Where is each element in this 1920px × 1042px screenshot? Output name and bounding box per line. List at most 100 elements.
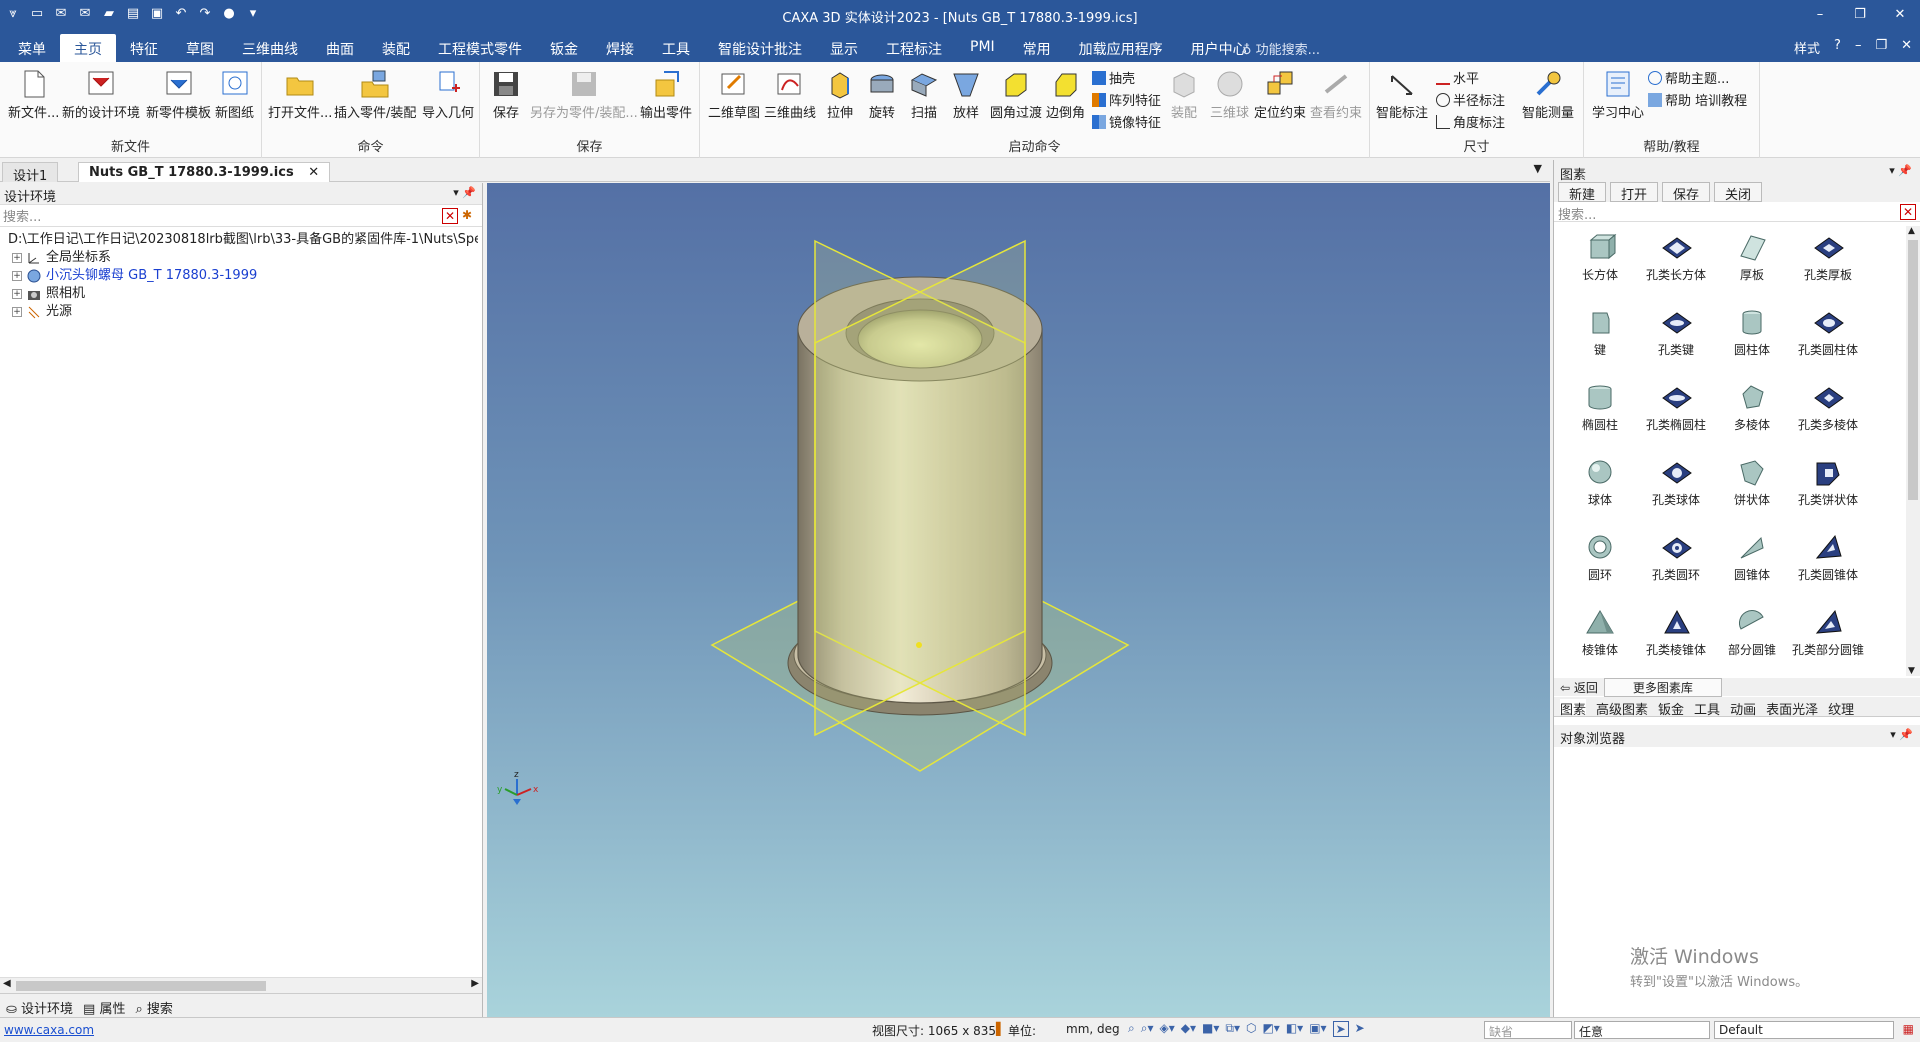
- 3d-viewport[interactable]: z x y: [487, 183, 1550, 1017]
- element-hole-thick-plate[interactable]: 孔类厚板: [1790, 226, 1866, 301]
- clear-search-icon[interactable]: ✕: [442, 208, 458, 224]
- save-as-part-button[interactable]: 另存为零件/装配...: [530, 68, 638, 121]
- expand-icon[interactable]: +: [12, 253, 22, 263]
- camera-view-icon[interactable]: ▣▾: [1309, 1021, 1326, 1037]
- new-drawing-button[interactable]: 新图纸: [215, 68, 254, 121]
- tab-sheet-metal[interactable]: 钣金: [536, 34, 592, 64]
- tab-tools[interactable]: 工具: [648, 34, 704, 64]
- pointer-icon[interactable]: ➤: [1332, 1021, 1349, 1037]
- element-hole-pie[interactable]: 孔类饼状体: [1790, 451, 1866, 526]
- element-pyramid[interactable]: 棱锥体: [1562, 601, 1638, 676]
- tab-smart-annotation[interactable]: 智能设计批注: [704, 34, 816, 64]
- mirror-feature-button[interactable]: 镜像特征: [1092, 112, 1161, 131]
- tab-engineering-part[interactable]: 工程模式零件: [424, 34, 536, 64]
- element-hole-sphere[interactable]: 孔类球体: [1638, 451, 1714, 526]
- sweep-button[interactable]: 扫描: [908, 68, 940, 121]
- expand-icon[interactable]: +: [12, 271, 22, 281]
- element-polyprism[interactable]: 多棱体: [1714, 376, 1790, 451]
- render-mode-icon[interactable]: ◆▾: [1181, 1021, 1196, 1037]
- tab-common[interactable]: 常用: [1009, 34, 1065, 64]
- tab-home[interactable]: 主页: [60, 34, 116, 64]
- element-thick-plate[interactable]: 厚板: [1714, 226, 1790, 301]
- 3d-ball-button[interactable]: 三维球: [1210, 68, 1249, 121]
- revolve-button[interactable]: 旋转: [866, 68, 898, 121]
- element-box[interactable]: 长方体: [1562, 226, 1638, 301]
- elements-vertical-scrollbar[interactable]: ▲ ▼: [1906, 226, 1920, 676]
- tree-node-part[interactable]: + 小沉头铆螺母 GB_T 17880.3-1999: [4, 267, 478, 285]
- 2d-sketch-button[interactable]: 二维草图: [708, 68, 760, 121]
- tab-elements[interactable]: 图素: [1560, 699, 1587, 718]
- element-cone[interactable]: 圆锥体: [1714, 526, 1790, 601]
- element-hole-box[interactable]: 孔类长方体: [1638, 226, 1714, 301]
- learning-center-button[interactable]: 学习中心: [1592, 68, 1644, 121]
- element-key[interactable]: 键: [1562, 301, 1638, 376]
- design-env-search[interactable]: 搜索... ✕ ✱: [0, 205, 482, 227]
- tree-node-camera[interactable]: + 照相机: [4, 285, 478, 303]
- new-lib-button[interactable]: 新建: [1558, 182, 1607, 203]
- position-constraint-button[interactable]: 定位约束: [1254, 68, 1306, 121]
- tab-properties[interactable]: ▤ 属性: [83, 998, 125, 1017]
- tree-horizontal-scrollbar[interactable]: ◀ ▶: [0, 977, 482, 993]
- element-ellipse-cylinder[interactable]: 椭圆柱: [1562, 376, 1638, 451]
- save-button[interactable]: 保存: [490, 68, 522, 121]
- status-end-icon[interactable]: ▦: [1903, 1022, 1914, 1036]
- pick-icon[interactable]: ➤: [1355, 1021, 1365, 1037]
- chamfer-button[interactable]: 边倒角: [1046, 68, 1085, 121]
- minimize-button[interactable]: –: [1800, 0, 1840, 30]
- back-button[interactable]: ⇦ 返回: [1560, 679, 1598, 696]
- import-geometry-button[interactable]: 导入几何: [422, 68, 474, 121]
- filter-select-2[interactable]: 任意: [1574, 1021, 1710, 1039]
- view-orient-icon[interactable]: ◈▾: [1159, 1021, 1174, 1037]
- expand-icon[interactable]: +: [12, 307, 22, 317]
- element-hole-polyprism[interactable]: 孔类多棱体: [1790, 376, 1866, 451]
- tree-node-light[interactable]: + 光源: [4, 303, 478, 321]
- filter-select-1[interactable]: 缺省: [1484, 1021, 1572, 1039]
- tab-animation[interactable]: 动画: [1730, 699, 1756, 718]
- tab-sketch[interactable]: 草图: [172, 34, 228, 64]
- elements-search[interactable]: 搜索... ✕: [1554, 202, 1920, 223]
- pin-icon[interactable]: ▾ 📌: [453, 186, 476, 199]
- 3d-curve-button[interactable]: 三维曲线: [764, 68, 816, 121]
- ribbon-minimize-icon[interactable]: –: [1855, 38, 1862, 57]
- clear-elements-search-icon[interactable]: ✕: [1900, 204, 1916, 220]
- loft-button[interactable]: 放样: [950, 68, 982, 121]
- element-hole-cylinder[interactable]: 孔类圆柱体: [1790, 301, 1866, 376]
- shell-button[interactable]: 抽壳: [1092, 68, 1135, 87]
- extrude-button[interactable]: 拉伸: [824, 68, 856, 121]
- function-search[interactable]: ♁ 功能搜索...: [1242, 39, 1320, 58]
- display-mode-icon[interactable]: ■▾: [1202, 1021, 1219, 1037]
- view-box-icon[interactable]: ◩▾: [1262, 1021, 1279, 1037]
- insert-part-button[interactable]: 插入零件/装配: [334, 68, 416, 121]
- scroll-down-icon[interactable]: ▼: [1908, 666, 1915, 676]
- tree-node-root[interactable]: D:\工作日记\工作日记\20230818lrb截图\lrb\33-具备GB的紧…: [4, 231, 478, 249]
- close-lib-button[interactable]: 关闭: [1714, 182, 1763, 203]
- filter-icon[interactable]: ✱: [462, 208, 478, 224]
- tab-pmi[interactable]: PMI: [956, 34, 1009, 64]
- restore-button[interactable]: ❐: [1840, 0, 1880, 30]
- help-icon[interactable]: ?: [1834, 38, 1841, 57]
- tab-dropdown-icon[interactable]: ▼: [1534, 162, 1542, 175]
- tab-advanced-elements[interactable]: 高级图素: [1596, 699, 1648, 718]
- scrollbar-thumb[interactable]: [16, 981, 266, 991]
- object-browser-pin-icon[interactable]: ▾ 📌: [1890, 728, 1913, 741]
- element-hole-partial-cone[interactable]: 孔类部分圆锥: [1790, 601, 1866, 676]
- tree-node-global-coords[interactable]: + 全局坐标系: [4, 249, 478, 267]
- filter-select-3[interactable]: Default: [1714, 1021, 1894, 1039]
- element-cylinder[interactable]: 圆柱体: [1714, 301, 1790, 376]
- tab-design-env[interactable]: ⛀ 设计环境: [6, 998, 73, 1017]
- smart-dimension-button[interactable]: 智能标注: [1376, 68, 1428, 121]
- element-hole-ellipse-cylinder[interactable]: 孔类椭圆柱: [1638, 376, 1714, 451]
- tab-tools-lib[interactable]: 工具: [1694, 699, 1720, 718]
- elements-scrollbar-thumb[interactable]: [1908, 240, 1918, 500]
- tab-sheet-metal-lib[interactable]: 钣金: [1658, 699, 1684, 718]
- tab-surface[interactable]: 曲面: [312, 34, 368, 64]
- pattern-feature-button[interactable]: 阵列特征: [1092, 90, 1161, 109]
- smart-measure-button[interactable]: 智能测量: [1522, 68, 1574, 121]
- tab-texture[interactable]: 纹理: [1828, 699, 1854, 718]
- tab-welding[interactable]: 焊接: [592, 34, 648, 64]
- tab-engineering-dimension[interactable]: 工程标注: [872, 34, 956, 64]
- new-part-template-button[interactable]: 新零件模板: [146, 68, 211, 121]
- close-tab-icon[interactable]: ✕: [308, 165, 319, 180]
- scroll-up-icon[interactable]: ▲: [1908, 226, 1915, 236]
- ribbon-close-icon[interactable]: ✕: [1901, 38, 1912, 57]
